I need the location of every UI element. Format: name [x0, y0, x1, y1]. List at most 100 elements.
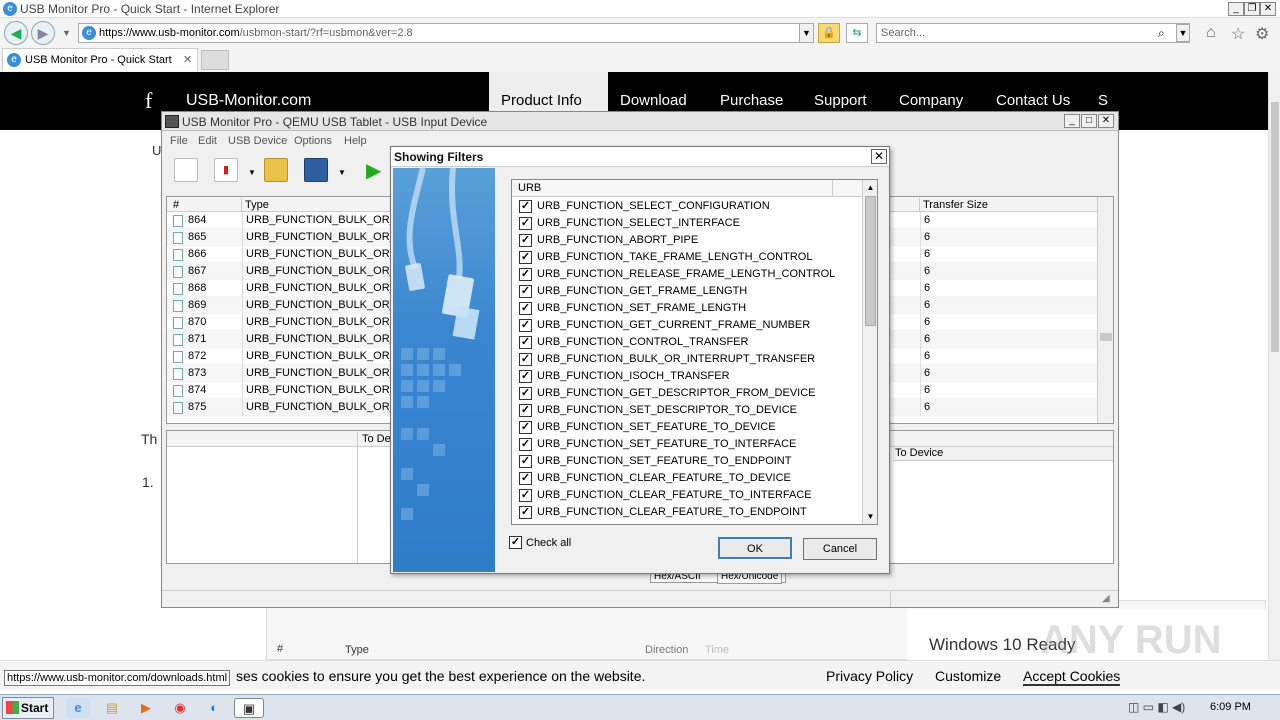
filter-item[interactable]: ✓ URB_FUNCTION_GET_FRAME_LENGTH: [512, 283, 862, 300]
restore-button[interactable]: ❐: [1244, 2, 1260, 16]
checkbox-icon[interactable]: ✓: [519, 404, 532, 417]
tab-quick-start[interactable]: e USB Monitor Pro - Quick Start ✕: [2, 48, 198, 71]
usb-maximize-button[interactable]: □: [1081, 114, 1097, 128]
checkbox-icon[interactable]: ✓: [519, 234, 532, 247]
checkbox-icon[interactable]: ✓: [519, 387, 532, 400]
privacy-policy-link[interactable]: Privacy Policy: [826, 668, 913, 684]
checkbox-icon[interactable]: ✓: [519, 336, 532, 349]
menu-edit[interactable]: Edit: [198, 135, 217, 147]
accept-cookies-button[interactable]: Accept Cookies: [1023, 668, 1121, 686]
filter-item[interactable]: ✓ URB_FUNCTION_SET_FEATURE_TO_DEVICE: [512, 419, 862, 436]
checkbox-icon[interactable]: ✓: [519, 319, 532, 332]
filter-item[interactable]: ✓ URB_FUNCTION_ABORT_PIPE: [512, 232, 862, 249]
grid-scrollbar[interactable]: [1097, 197, 1113, 423]
history-dropdown-icon[interactable]: ▼: [62, 28, 71, 38]
taskbar-media-icon[interactable]: ▶: [134, 698, 158, 718]
filter-item[interactable]: ✓ URB_FUNCTION_CONTROL_TRANSFER: [512, 334, 862, 351]
search-icon[interactable]: ⌕: [1158, 26, 1165, 41]
urb-filter-list[interactable]: URB ✓ URB_FUNCTION_SELECT_CONFIGURATION ✓ U…: [511, 179, 878, 525]
back-icon[interactable]: ◀: [4, 21, 28, 45]
list-scrollbar[interactable]: ▲ ▼: [862, 180, 877, 524]
checkbox-icon[interactable]: ✓: [519, 268, 532, 281]
checkbox-icon[interactable]: ✓: [519, 285, 532, 298]
usb-device-icon[interactable]: ▮: [214, 158, 238, 182]
checkbox-icon[interactable]: ✓: [519, 353, 532, 366]
facebook-icon[interactable]: f: [145, 88, 152, 114]
nav-search[interactable]: S: [1098, 92, 1108, 109]
address-dropdown-icon[interactable]: ▼: [799, 24, 813, 42]
new-file-icon[interactable]: [174, 158, 198, 182]
nav-purchase[interactable]: Purchase: [720, 92, 783, 109]
filter-item[interactable]: ✓ URB_FUNCTION_SET_FEATURE_TO_INTERFACE: [512, 436, 862, 453]
usb-minimize-button[interactable]: _: [1064, 114, 1080, 128]
tab-close-icon[interactable]: ✕: [183, 49, 192, 71]
checkbox-icon[interactable]: ✓: [519, 421, 532, 434]
checkbox-icon[interactable]: ✓: [519, 506, 532, 519]
cancel-button[interactable]: Cancel: [803, 538, 877, 560]
taskbar-explorer-icon[interactable]: ▤: [100, 698, 124, 718]
star-icon[interactable]: ☆: [1231, 24, 1245, 44]
nav-contact-us[interactable]: Contact Us: [996, 92, 1070, 109]
menu-usb-device[interactable]: USB Device: [228, 135, 287, 147]
taskbar-usbmonitor-icon[interactable]: ▣: [234, 698, 264, 718]
filter-item[interactable]: ✓ URB_FUNCTION_TAKE_FRAME_LENGTH_CONTROL: [512, 249, 862, 266]
filter-item[interactable]: ✓ URB_FUNCTION_SELECT_INTERFACE: [512, 215, 862, 232]
filter-item[interactable]: ✓ URB_FUNCTION_SET_FEATURE_TO_ENDPOINT: [512, 453, 862, 470]
customize-link[interactable]: Customize: [935, 668, 1001, 684]
resize-grip-icon[interactable]: ◢: [1102, 593, 1110, 604]
filter-item[interactable]: ✓ URB_FUNCTION_ISOCH_TRANSFER: [512, 368, 862, 385]
play-icon[interactable]: ▶: [366, 158, 381, 183]
site-logo[interactable]: USB-Monitor.com: [186, 92, 311, 110]
lock-icon[interactable]: 🔒: [818, 23, 840, 43]
forward-icon[interactable]: ▶: [31, 21, 55, 45]
refresh-icon[interactable]: ⇆: [846, 23, 868, 43]
taskbar-ie-icon[interactable]: e: [66, 698, 90, 718]
save-dropdown-icon[interactable]: ▼: [338, 168, 346, 177]
filter-item[interactable]: ✓ URB_FUNCTION_CLEAR_FEATURE_TO_ENDPOINT: [512, 504, 862, 521]
search-input[interactable]: Search...: [876, 23, 1190, 43]
filter-item[interactable]: ✓ URB_FUNCTION_SELECT_CONFIGURATION: [512, 198, 862, 215]
nav-support[interactable]: Support: [814, 92, 867, 109]
nav-download[interactable]: Download: [620, 92, 687, 109]
checkbox-icon[interactable]: ✓: [519, 302, 532, 315]
filter-item[interactable]: ✓ URB_FUNCTION_CLEAR_FEATURE_TO_INTERFACE: [512, 487, 862, 504]
nav-company[interactable]: Company: [899, 92, 963, 109]
start-button[interactable]: Start: [2, 697, 54, 719]
filter-item[interactable]: ✓ URB_FUNCTION_SET_DESCRIPTOR_TO_DEVICE: [512, 402, 862, 419]
filter-item[interactable]: ✓ URB_FUNCTION_CLEAR_FEATURE_TO_DEVICE: [512, 470, 862, 487]
dialog-close-button[interactable]: ✕: [871, 149, 887, 164]
filter-item[interactable]: ✓ URB_FUNCTION_RELEASE_FRAME_LENGTH_CONTR…: [512, 266, 862, 283]
menu-file[interactable]: File: [170, 135, 188, 147]
tray-icons[interactable]: ◫ ▭ ◧ ◀): [1128, 700, 1185, 714]
checkbox-icon[interactable]: ✓: [519, 370, 532, 383]
minimize-button[interactable]: _: [1228, 2, 1244, 16]
page-scrollbar[interactable]: [1268, 72, 1280, 662]
taskbar-chrome-icon[interactable]: ◉: [168, 698, 192, 718]
filter-item[interactable]: ✓ URB_FUNCTION_GET_CURRENT_FRAME_NUMBER: [512, 317, 862, 334]
scroll-down-icon[interactable]: ▼: [863, 509, 877, 524]
checkbox-icon[interactable]: ✓: [519, 472, 532, 485]
folder-open-icon[interactable]: [264, 158, 288, 182]
gear-icon[interactable]: ⚙: [1255, 24, 1269, 44]
address-bar[interactable]: e https://www.usb-monitor.com/usbmon-sta…: [78, 23, 814, 43]
menu-options[interactable]: Options: [294, 135, 332, 147]
search-dropdown-icon[interactable]: ▼: [1176, 24, 1190, 42]
checkbox-icon[interactable]: ✓: [519, 438, 532, 451]
list-scroll-thumb[interactable]: [865, 196, 876, 326]
home-icon[interactable]: ⌂: [1206, 24, 1216, 42]
scroll-up-icon[interactable]: ▲: [863, 180, 877, 195]
usb-close-button[interactable]: ✕: [1098, 114, 1114, 128]
ok-button[interactable]: OK: [718, 537, 792, 559]
new-tab-button[interactable]: [201, 50, 229, 70]
menu-help[interactable]: Help: [344, 135, 367, 147]
checkbox-icon[interactable]: ✓: [519, 489, 532, 502]
save-icon[interactable]: [304, 158, 328, 182]
device-dropdown-icon[interactable]: ▼: [248, 168, 256, 177]
check-all-checkbox[interactable]: ✓: [509, 536, 522, 549]
filter-item[interactable]: ✓ URB_FUNCTION_GET_DESCRIPTOR_FROM_DEVICE: [512, 385, 862, 402]
taskbar-edge-icon[interactable]: ◐: [202, 698, 226, 718]
filter-item[interactable]: ✓ URB_FUNCTION_BULK_OR_INTERRUPT_TRANSFER: [512, 351, 862, 368]
filter-item[interactable]: ✓ URB_FUNCTION_SET_FRAME_LENGTH: [512, 300, 862, 317]
checkbox-icon[interactable]: ✓: [519, 217, 532, 230]
checkbox-icon[interactable]: ✓: [519, 200, 532, 213]
